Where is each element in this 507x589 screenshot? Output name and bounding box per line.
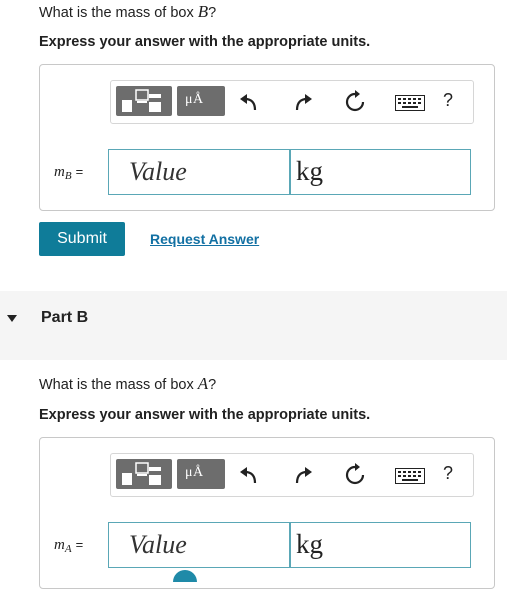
units-button[interactable]: μÅ (177, 459, 225, 489)
unit-input[interactable]: kg (290, 149, 471, 195)
submit-button[interactable]: Submit (39, 222, 125, 256)
request-answer-link[interactable]: Request Answer (150, 231, 259, 247)
question-suffix: ? (208, 377, 217, 393)
help-icon[interactable]: ? (443, 90, 453, 111)
templates-button[interactable] (116, 459, 172, 489)
redo-icon[interactable] (291, 462, 315, 488)
help-icon[interactable]: ? (443, 463, 453, 484)
label-eq: = (75, 164, 84, 179)
templates-icon (122, 462, 161, 485)
unit-value: kg (296, 156, 323, 186)
question-suffix: ? (208, 5, 217, 21)
part-title: Part B (41, 309, 89, 326)
instruction-text: Express your answer with the appropriate… (39, 407, 371, 423)
unit-input[interactable]: kg (290, 522, 471, 568)
unit-value: kg (296, 529, 323, 559)
answer-label: mB = (54, 164, 84, 182)
redo-icon[interactable] (291, 89, 315, 115)
collapse-triangle-icon[interactable] (7, 315, 17, 322)
question-text: What is the mass of box B? (39, 2, 216, 22)
keyboard-icon[interactable] (395, 95, 425, 111)
answer-box: μÅ ? mB = Value kg (39, 64, 495, 211)
units-icon: μÅ (185, 465, 204, 480)
question-variable: B (197, 2, 209, 21)
label-sub: A (64, 543, 72, 555)
part-b-header[interactable]: Part B (0, 291, 507, 360)
label-base: m (54, 164, 65, 180)
question-text: What is the mass of box A? (39, 374, 216, 394)
undo-icon[interactable] (237, 89, 261, 115)
math-toolbar: μÅ ? (110, 80, 474, 124)
units-icon: μÅ (185, 92, 204, 107)
question-prefix: What is the mass of box (39, 5, 198, 21)
question-prefix: What is the mass of box (39, 377, 198, 393)
question-variable: A (197, 374, 209, 393)
math-toolbar: μÅ ? (110, 453, 474, 497)
templates-icon (122, 89, 161, 112)
label-sub: B (64, 170, 72, 182)
instruction-text: Express your answer with the appropriate… (39, 34, 371, 50)
undo-icon[interactable] (237, 462, 261, 488)
answer-label: mA = (54, 537, 84, 555)
units-button[interactable]: μÅ (177, 86, 225, 116)
value-input[interactable]: Value (108, 149, 290, 195)
keyboard-icon[interactable] (395, 468, 425, 484)
reset-icon[interactable] (343, 89, 367, 115)
answer-box: μÅ ? mA = Value kg (39, 437, 495, 589)
value-placeholder: Value (129, 530, 187, 559)
value-placeholder: Value (129, 157, 187, 186)
label-base: m (54, 537, 65, 553)
label-eq: = (75, 537, 84, 552)
value-input[interactable]: Value (108, 522, 290, 568)
templates-button[interactable] (116, 86, 172, 116)
reset-icon[interactable] (343, 462, 367, 488)
